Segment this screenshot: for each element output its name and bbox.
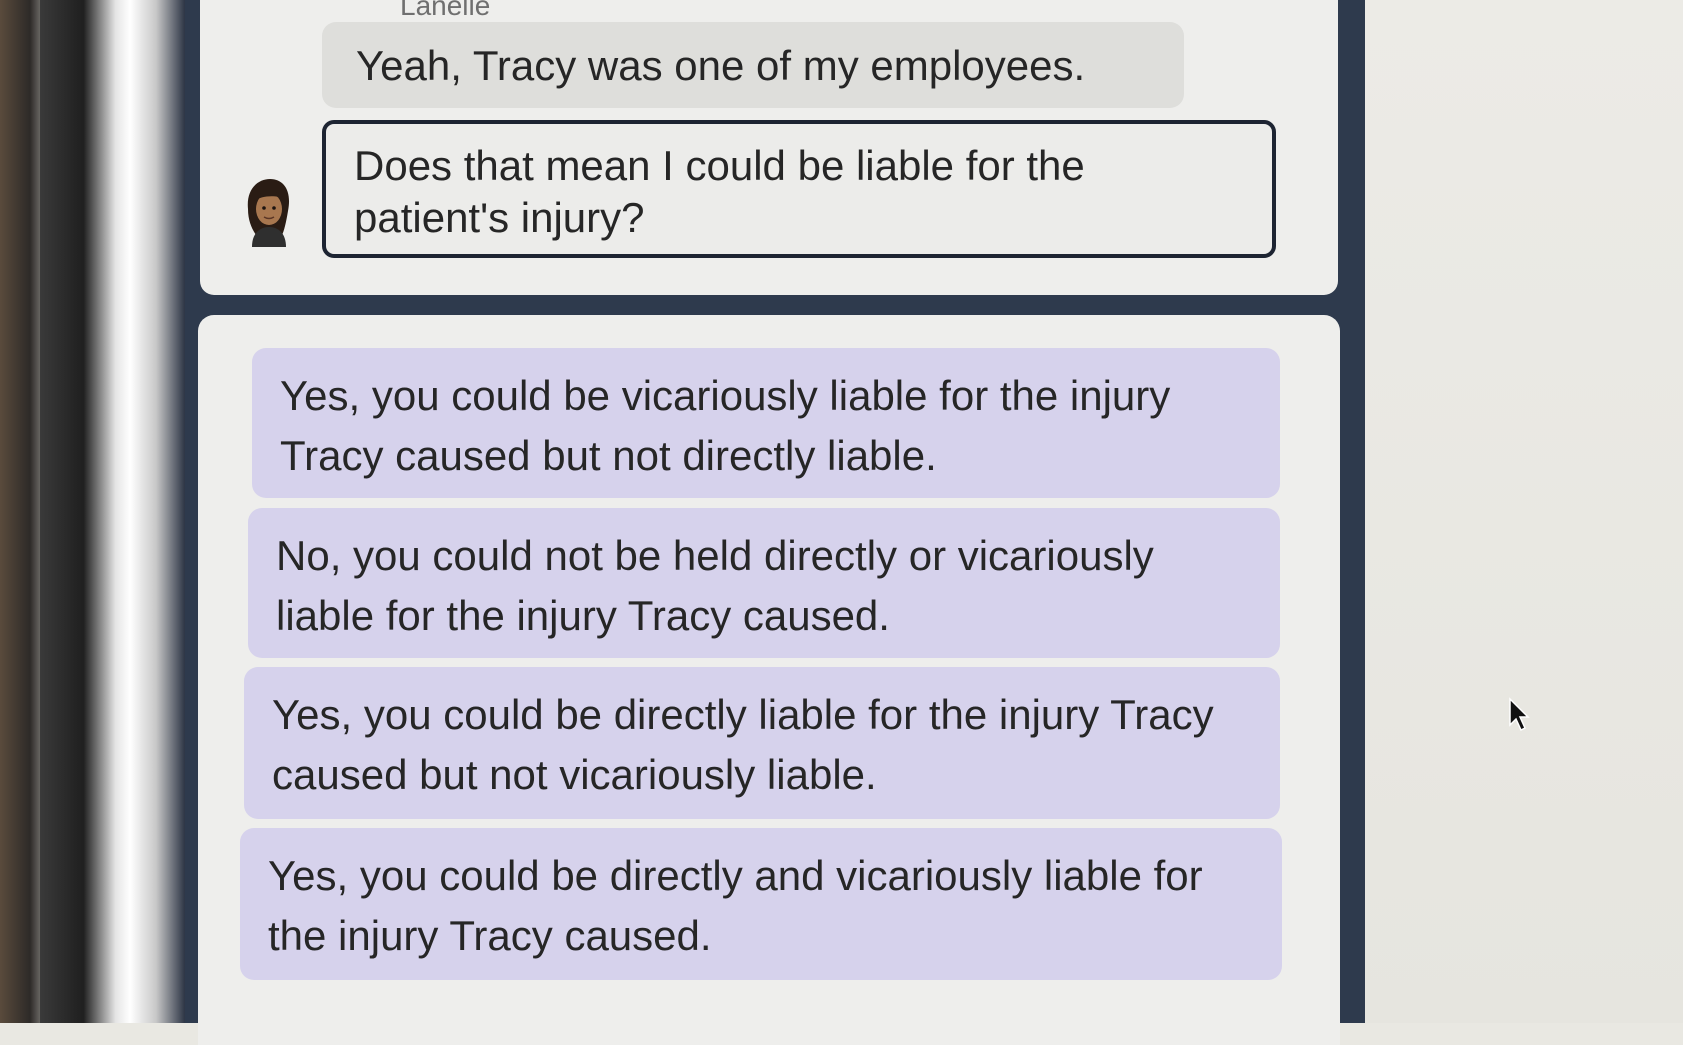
monitor-bezel	[40, 0, 185, 1023]
avatar-icon	[247, 179, 290, 247]
message-bubble-current: Does that mean I could be liable for the…	[322, 120, 1276, 258]
answer-option[interactable]: Yes, you could be directly and vicarious…	[240, 828, 1282, 980]
answer-option[interactable]: No, you could not be held directly or vi…	[248, 508, 1280, 658]
speaker-name: Lanelle	[400, 0, 491, 21]
answer-option[interactable]: Yes, you could be vicariously liable for…	[252, 348, 1280, 498]
mouse-cursor-icon	[1509, 697, 1530, 732]
message-bubble: Yeah, Tracy was one of my employees.	[322, 22, 1184, 108]
answer-option[interactable]: Yes, you could be directly liable for th…	[244, 667, 1280, 819]
background-right	[1365, 0, 1683, 1023]
